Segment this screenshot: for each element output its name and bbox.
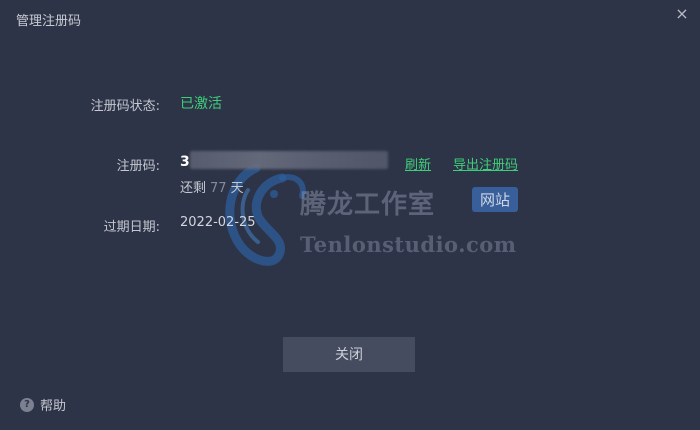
- remaining-prefix: 还剩: [180, 181, 207, 196]
- status-label: 注册码状态:: [90, 99, 160, 114]
- watermark-url: Tenlonstudio.com: [300, 232, 517, 257]
- export-code-link[interactable]: 导出注册码: [453, 154, 518, 173]
- watermark-badge: 网站: [472, 187, 519, 212]
- code-value-blurred: [190, 151, 388, 169]
- code-value-prefix: 3: [180, 154, 190, 170]
- remaining-suffix: 天: [230, 181, 244, 196]
- expiry-label: 过期日期:: [103, 220, 160, 235]
- help-icon: ?: [20, 397, 34, 412]
- status-value: 已激活: [180, 96, 222, 112]
- close-icon[interactable]: ×: [672, 4, 692, 24]
- help-link[interactable]: ? 帮助: [20, 395, 66, 414]
- expiry-value: 2022-02-25: [180, 215, 256, 230]
- refresh-link[interactable]: 刷新: [405, 154, 431, 173]
- remaining-days: 还剩 77 天: [180, 177, 244, 196]
- dialog-title: 管理注册码: [16, 14, 82, 29]
- close-button[interactable]: 关闭: [283, 337, 415, 372]
- watermark-brand: 腾龙工作室: [300, 190, 436, 220]
- remaining-days-count: 77: [210, 181, 227, 196]
- register-code-dialog: 管理注册码 × 注册码状态: 已激活 腾龙工作室 网站 Tenlonstudio…: [0, 0, 700, 430]
- help-label: 帮助: [40, 399, 67, 414]
- code-label: 注册码:: [116, 159, 160, 174]
